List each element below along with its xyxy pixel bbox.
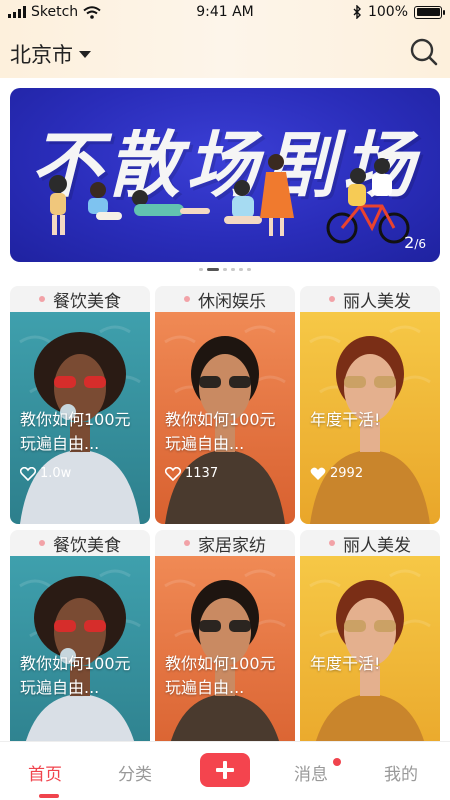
card-category-tab[interactable]: 丽人美发 — [300, 530, 440, 556]
content-card[interactable]: 丽人美发年度干活! — [300, 530, 440, 768]
card-likes[interactable]: 1137 — [165, 466, 218, 481]
notification-dot — [333, 758, 341, 766]
heart-icon — [165, 466, 181, 481]
carousel-dot[interactable] — [247, 268, 251, 271]
nav-active-indicator — [39, 794, 59, 798]
card-category-label: 餐饮美食 — [53, 291, 121, 312]
card-title: 年度干活! — [310, 410, 381, 429]
category-dot-icon — [39, 296, 45, 302]
card-likes[interactable]: 1.0w — [20, 466, 71, 481]
content-card[interactable]: 餐饮美食教你如何100元玩遍自由... — [10, 530, 150, 768]
city-label: 北京市 — [10, 43, 73, 67]
card-category-tab[interactable]: 丽人美发 — [300, 286, 440, 312]
caret-down-icon — [79, 50, 91, 58]
card-category-tab[interactable]: 家居家纺 — [155, 530, 295, 556]
person-illustration — [224, 180, 262, 224]
person-illustration — [88, 182, 122, 220]
carousel-dots — [0, 268, 450, 271]
add-button[interactable] — [200, 753, 250, 787]
card-category-tab[interactable]: 休闲娱乐 — [155, 286, 295, 312]
person-illustration — [260, 154, 294, 236]
category-dot-icon — [329, 540, 335, 546]
card-title: 年度干活! — [310, 654, 381, 673]
carousel-dot[interactable] — [231, 268, 235, 271]
content-card[interactable]: 丽人美发年度干活! 2992 — [300, 286, 440, 524]
battery-icon — [414, 5, 445, 19]
plus-icon — [216, 761, 234, 779]
banner-counter-current: 2 — [404, 233, 415, 252]
like-count: 2992 — [330, 466, 364, 481]
card-title: 教你如何100元玩遍自由... — [20, 654, 131, 697]
like-count: 1.0w — [40, 466, 72, 481]
city-selector[interactable]: 北京市 — [10, 39, 91, 69]
carousel-dot[interactable] — [223, 268, 227, 271]
banner-counter: 2/6 — [404, 233, 426, 252]
category-dot-icon — [184, 296, 190, 302]
card-category-label: 休闲娱乐 — [198, 291, 266, 312]
bottom-nav: 首页 分类 消息 我的 — [0, 742, 450, 800]
status-bar: Sketch 9:41 AM 100% — [0, 0, 450, 26]
carousel-dot[interactable] — [199, 268, 203, 271]
card-category-tab[interactable]: 餐饮美食 — [10, 530, 150, 556]
bicycle-illustration — [326, 158, 410, 244]
like-count: 1137 — [185, 466, 219, 481]
card-title: 教你如何100元玩遍自由... — [165, 654, 276, 697]
card-category-label: 丽人美发 — [343, 535, 411, 556]
header: 北京市 — [0, 30, 450, 76]
banner-counter-total: /6 — [414, 237, 426, 251]
status-right: 100% — [353, 4, 445, 20]
person-illustration — [132, 190, 210, 216]
nav-home[interactable]: 首页 — [28, 760, 62, 785]
category-dot-icon — [184, 540, 190, 546]
card-likes[interactable]: 2992 — [310, 466, 363, 481]
content-card[interactable]: 餐饮美食教你如何100元玩遍自由... 1.0w — [10, 286, 150, 524]
carousel-dot[interactable] — [239, 268, 243, 271]
search-icon[interactable] — [408, 36, 440, 68]
card-category-tab[interactable]: 餐饮美食 — [10, 286, 150, 312]
heart-icon — [20, 466, 36, 481]
nav-category[interactable]: 分类 — [118, 760, 152, 785]
bluetooth-icon — [353, 5, 361, 19]
nav-mine[interactable]: 我的 — [384, 760, 418, 785]
card-category-label: 丽人美发 — [343, 291, 411, 312]
card-title: 教你如何100元玩遍自由... — [165, 410, 276, 453]
banner-carousel[interactable]: 不散场剧场 2/6 — [10, 88, 440, 262]
battery-percent: 100% — [367, 4, 408, 20]
banner-illustration — [49, 154, 410, 244]
category-dot-icon — [39, 540, 45, 546]
content-card[interactable]: 家居家纺教你如何100元玩遍自由... — [155, 530, 295, 768]
card-title: 教你如何100元玩遍自由... — [20, 410, 131, 453]
card-category-label: 家居家纺 — [198, 535, 266, 556]
nav-messages[interactable]: 消息 — [294, 760, 328, 785]
person-illustration — [49, 175, 67, 235]
content-card[interactable]: 休闲娱乐教你如何100元玩遍自由... 1137 — [155, 286, 295, 524]
category-dot-icon — [329, 296, 335, 302]
heart-icon — [310, 467, 326, 480]
carousel-dot[interactable] — [207, 268, 219, 271]
card-category-label: 餐饮美食 — [53, 535, 121, 556]
